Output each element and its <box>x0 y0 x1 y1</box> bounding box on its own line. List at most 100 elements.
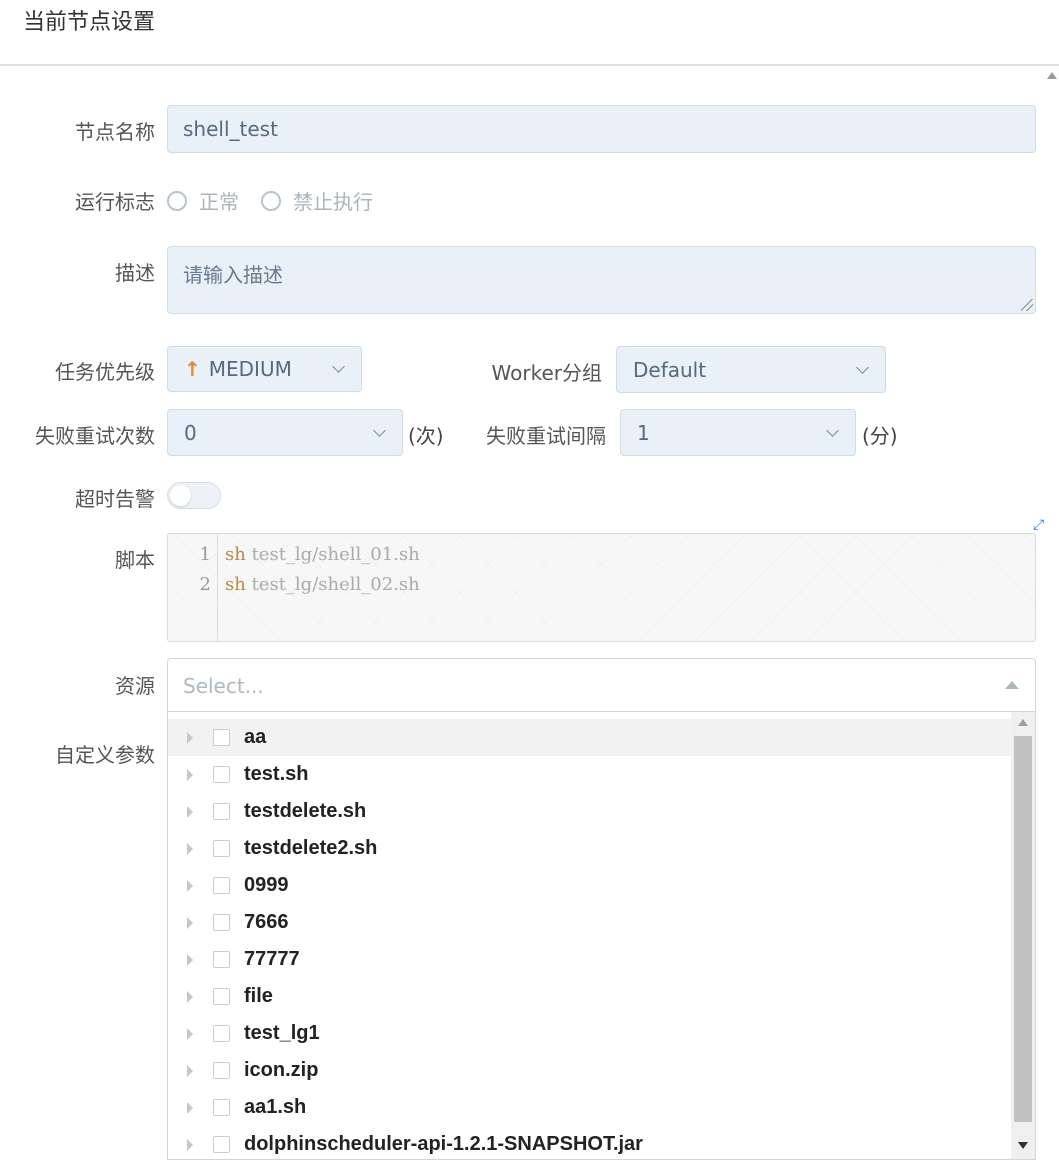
timeout-alarm-label: 超时告警 <box>75 487 155 511</box>
priority-label: 任务优先级 <box>55 360 155 384</box>
caret-up-icon[interactable] <box>1005 681 1019 689</box>
expand-triangle-icon[interactable] <box>187 1064 193 1077</box>
tree-item[interactable]: test_lg1 <box>168 1015 1013 1052</box>
line-number-gutter: 1 2 <box>168 534 218 641</box>
checkbox[interactable] <box>213 988 230 1005</box>
resize-handle-icon[interactable] <box>1021 299 1033 311</box>
retry-interval-label: 失败重试间隔 <box>486 424 606 448</box>
tree-item[interactable]: testdelete.sh <box>168 793 1013 830</box>
checkbox[interactable] <box>213 914 230 931</box>
tree-item[interactable]: icon.zip <box>168 1052 1013 1089</box>
priority-select[interactable]: ↑ MEDIUM <box>167 346 362 392</box>
radio-normal-label: 正常 <box>199 190 239 214</box>
tree-item-label: test.sh <box>244 763 309 785</box>
scroll-down-arrow-icon[interactable] <box>1018 1142 1028 1149</box>
tree-item-label: 77777 <box>244 948 300 970</box>
retry-interval-unit: (分) <box>862 424 898 448</box>
expand-triangle-icon[interactable] <box>187 916 193 929</box>
script-editor[interactable]: 1 2 sh test_lg/shell_01.sh sh test_lg/sh… <box>167 533 1036 642</box>
description-textarea[interactable]: 请输入描述 <box>167 246 1036 314</box>
retry-times-value: 0 <box>184 420 197 445</box>
tree-item[interactable]: aa1.sh <box>168 1089 1013 1126</box>
worker-group-select[interactable]: Default <box>616 346 886 393</box>
resources-select[interactable]: Select... <box>167 658 1036 712</box>
tree-item-label: dolphinscheduler-api-1.2.1-SNAPSHOT.jar <box>244 1133 643 1155</box>
scrollbar-thumb[interactable] <box>1014 736 1032 1122</box>
checkbox[interactable] <box>213 1136 230 1153</box>
description-label: 描述 <box>115 261 155 285</box>
dialog-title: 当前节点设置 <box>23 10 156 35</box>
tree-item-label: 0999 <box>244 874 289 896</box>
tree-item-label: icon.zip <box>244 1059 319 1081</box>
line-number: 2 <box>199 574 211 595</box>
expand-triangle-icon[interactable] <box>187 953 193 966</box>
expand-triangle-icon[interactable] <box>187 842 193 855</box>
retry-interval-select[interactable]: 1 <box>620 409 856 456</box>
node-name-input[interactable]: shell_test <box>167 105 1036 153</box>
code-line: sh test_lg/shell_02.sh <box>225 574 420 595</box>
tree-item-label: 7666 <box>244 911 289 933</box>
radio-normal[interactable] <box>167 190 187 211</box>
checkbox[interactable] <box>213 840 230 857</box>
chevron-down-icon <box>332 360 345 373</box>
line-number: 1 <box>199 544 211 565</box>
dropdown-scrollbar[interactable] <box>1011 712 1035 1159</box>
checkbox[interactable] <box>213 877 230 894</box>
expand-triangle-icon[interactable] <box>187 1027 193 1040</box>
code-keyword: sh <box>225 544 246 565</box>
tree-item-label: aa1.sh <box>244 1096 307 1118</box>
expand-triangle-icon[interactable] <box>187 768 193 781</box>
retry-times-label: 失败重试次数 <box>35 424 155 448</box>
tree-item[interactable]: aa <box>168 719 1013 756</box>
tree-item-label: testdelete2.sh <box>244 837 378 859</box>
toggle-knob <box>170 485 191 506</box>
code-text: test_lg/shell_02.sh <box>245 574 420 595</box>
chevron-down-icon <box>373 423 386 437</box>
tree-item[interactable]: dolphinscheduler-api-1.2.1-SNAPSHOT.jar <box>168 1126 1013 1159</box>
expand-triangle-icon[interactable] <box>187 731 193 744</box>
checkbox[interactable] <box>213 729 230 746</box>
checkbox[interactable] <box>213 803 230 820</box>
custom-params-label: 自定义参数 <box>55 743 155 767</box>
run-flag-label: 运行标志 <box>75 190 155 214</box>
description-placeholder: 请输入描述 <box>183 263 283 287</box>
tree-item[interactable]: file <box>168 978 1013 1015</box>
tree-item[interactable]: 77777 <box>168 941 1013 978</box>
timeout-alarm-toggle[interactable] <box>167 482 221 509</box>
tree-item[interactable]: testdelete2.sh <box>168 830 1013 867</box>
arrow-up-icon: ↑ <box>184 357 201 381</box>
checkbox[interactable] <box>213 1025 230 1042</box>
run-flag-radio-group: 正常 禁止执行 <box>167 186 395 215</box>
resources-placeholder: Select... <box>183 674 264 698</box>
tree-item[interactable]: 0999 <box>168 867 1013 904</box>
code-text: test_lg/shell_01.sh <box>245 544 420 565</box>
retry-times-unit: (次) <box>408 424 444 448</box>
radio-forbidden[interactable] <box>261 190 281 211</box>
worker-group-label: Worker分组 <box>491 361 602 385</box>
retry-interval-value: 1 <box>637 420 650 445</box>
expand-triangle-icon[interactable] <box>187 1138 193 1151</box>
chevron-down-icon <box>856 360 869 374</box>
checkbox[interactable] <box>213 1062 230 1079</box>
retry-times-select[interactable]: 0 <box>167 409 403 456</box>
radio-forbidden-label: 禁止执行 <box>293 190 373 214</box>
tree-item[interactable]: 7666 <box>168 904 1013 941</box>
tree-item-label: aa <box>244 726 267 748</box>
expand-triangle-icon[interactable] <box>187 990 193 1003</box>
dialog-header: 当前节点设置 <box>0 0 1059 66</box>
tree-item-label: testdelete.sh <box>244 800 367 822</box>
checkbox[interactable] <box>213 1099 230 1116</box>
expand-triangle-icon[interactable] <box>187 879 193 892</box>
checkbox[interactable] <box>213 766 230 783</box>
priority-value: MEDIUM <box>208 357 292 381</box>
resources-label: 资源 <box>115 674 155 698</box>
fullscreen-expand-icon[interactable]: ⤢ <box>1033 517 1044 533</box>
resources-tree-dropdown: aa test.sh testdelete.sh testdelete2.sh … <box>167 712 1036 1160</box>
expand-triangle-icon[interactable] <box>187 1101 193 1114</box>
scroll-up-arrow-icon[interactable] <box>1018 719 1028 726</box>
tree-item[interactable]: test.sh <box>168 756 1013 793</box>
node-name-label: 节点名称 <box>75 120 155 144</box>
expand-triangle-icon[interactable] <box>187 805 193 818</box>
scroll-up-arrow-icon[interactable] <box>1047 72 1057 79</box>
checkbox[interactable] <box>213 951 230 968</box>
